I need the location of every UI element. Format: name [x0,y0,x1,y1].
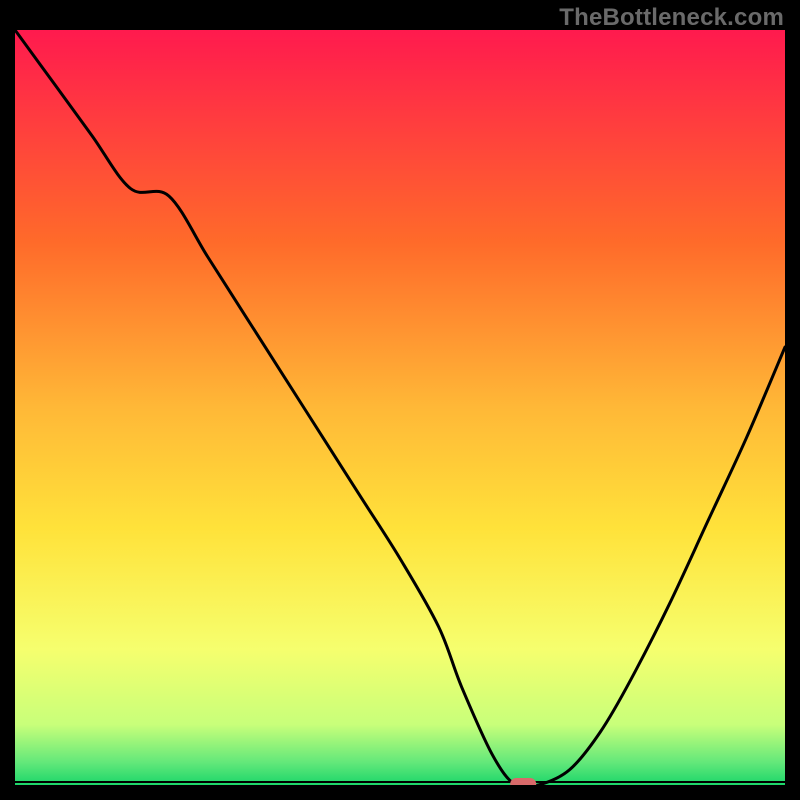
current-position-marker [510,778,536,785]
chart-svg [15,30,785,785]
chart-frame: TheBottleneck.com [0,0,800,800]
plot-area [15,30,785,785]
watermark-text: TheBottleneck.com [559,4,784,32]
gradient-background [15,30,785,785]
